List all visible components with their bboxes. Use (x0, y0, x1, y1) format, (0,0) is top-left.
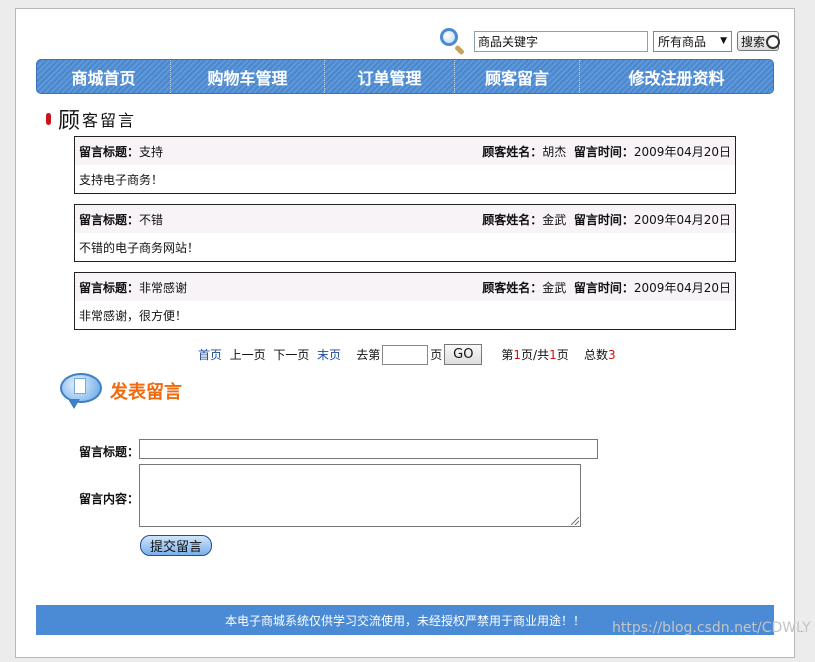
category-select[interactable]: 所有商品 ▼ (653, 30, 732, 52)
pager-count: 3 (608, 347, 616, 362)
message-name-label: 顾客姓名： (482, 144, 543, 159)
pointer-cursor-icon (766, 35, 780, 49)
nav-item-profile[interactable]: 修改注册资料 (580, 60, 773, 93)
nav-item-cart[interactable]: 购物车管理 (171, 60, 325, 93)
pager-info-mid: 页/共 (521, 348, 550, 362)
message-title-input[interactable] (139, 439, 598, 459)
pager-info-prefix: 第 (501, 348, 514, 362)
content-field-label: 留言内容： (79, 492, 140, 506)
pager-first-link[interactable]: 首页 (198, 346, 222, 363)
main-nav: 商城首页 购物车管理 订单管理 顾客留言 修改注册资料 (36, 59, 774, 94)
message-content: 支持电子商务！ (79, 172, 164, 187)
search-input[interactable] (474, 30, 648, 52)
nav-item-orders[interactable]: 订单管理 (325, 60, 455, 93)
message-content: 不错的电子商务网站！ (79, 240, 200, 255)
submit-message-button[interactable]: 提交留言 (140, 535, 212, 556)
speech-bubble-icon (58, 371, 104, 411)
message-card: 留言标题：非常感谢 顾客姓名：金武 留言时间：2009年04月20日 非常感谢，… (74, 272, 736, 330)
search-button[interactable]: 搜索 (737, 31, 780, 51)
post-heading: 发表留言 (110, 382, 182, 403)
go-button[interactable]: GO (444, 344, 483, 365)
message-content: 非常感谢，很方便！ (79, 308, 188, 323)
message-name: 金武 (542, 280, 567, 295)
pagination: 首页 上一页 下一页 末页 去第 页 GO 第 1 页/共 1 页 总数 3 (198, 344, 616, 365)
magnifier-icon (438, 26, 468, 56)
message-title-label: 留言标题： (79, 144, 140, 159)
message-time: 2009年04月20日 (633, 144, 731, 159)
pager-goto-label: 去第 (356, 348, 381, 362)
message-title: 非常感谢 (139, 280, 188, 295)
page-frame: 所有商品 ▼ 搜索 商城首页 购物车管理 订单管理 顾客留言 修改注册资料 顾 … (15, 8, 811, 658)
message-time-label: 留言时间： (573, 280, 634, 295)
message-title: 支持 (139, 144, 164, 159)
message-time-label: 留言时间： (573, 144, 634, 159)
message-title: 不错 (139, 212, 164, 227)
nav-item-home[interactable]: 商城首页 (37, 60, 171, 93)
section-title-first: 顾 (58, 109, 81, 134)
category-selected: 所有商品 (658, 34, 707, 49)
pager-info-suffix: 页 (556, 348, 569, 362)
section-title-rest: 客留言 (82, 111, 137, 130)
footer-text: 本电子商城系统仅供学习交流使用，未经授权严禁用于商业用途！！ (224, 613, 585, 628)
nav-item-messages[interactable]: 顾客留言 (455, 60, 580, 93)
message-card: 留言标题：支持 顾客姓名：胡杰 留言时间：2009年04月20日 支持电子商务！ (74, 136, 736, 194)
bullet-icon (46, 113, 51, 125)
pager-next: 下一页 (273, 348, 310, 362)
pager-total-pages: 1 (549, 347, 557, 362)
message-name-label: 顾客姓名： (482, 280, 543, 295)
page-number-input[interactable] (382, 344, 429, 365)
watermark: https://blog.csdn.net/CDWLY (612, 620, 811, 636)
message-time-label: 留言时间： (573, 212, 634, 227)
message-time: 2009年04月20日 (633, 212, 731, 227)
pager-last-link[interactable]: 末页 (317, 346, 341, 363)
message-title-label: 留言标题： (79, 280, 140, 295)
message-title-label: 留言标题： (79, 212, 140, 227)
message-content-textarea[interactable] (139, 464, 581, 527)
pager-prev: 上一页 (229, 348, 266, 362)
pager-goto-suffix: 页 (430, 348, 443, 362)
search-bar: 所有商品 ▼ 搜索 (438, 26, 780, 56)
message-card: 留言标题：不错 顾客姓名：金武 留言时间：2009年04月20日 不错的电子商务… (74, 204, 736, 262)
section-title: 顾 客留言 (46, 103, 136, 135)
pager-count-label: 总数 (583, 348, 608, 362)
message-time: 2009年04月20日 (633, 280, 731, 295)
message-name-label: 顾客姓名： (482, 212, 543, 227)
pager-current: 1 (513, 347, 522, 362)
search-button-label: 搜索 (740, 34, 765, 49)
dropdown-arrow-icon: ▼ (720, 36, 727, 46)
resize-handle-icon[interactable] (571, 517, 579, 525)
post-header: 发表留言 (58, 371, 182, 411)
message-name: 金武 (542, 212, 567, 227)
title-field-label: 留言标题： (79, 445, 140, 459)
message-name: 胡杰 (542, 144, 567, 159)
